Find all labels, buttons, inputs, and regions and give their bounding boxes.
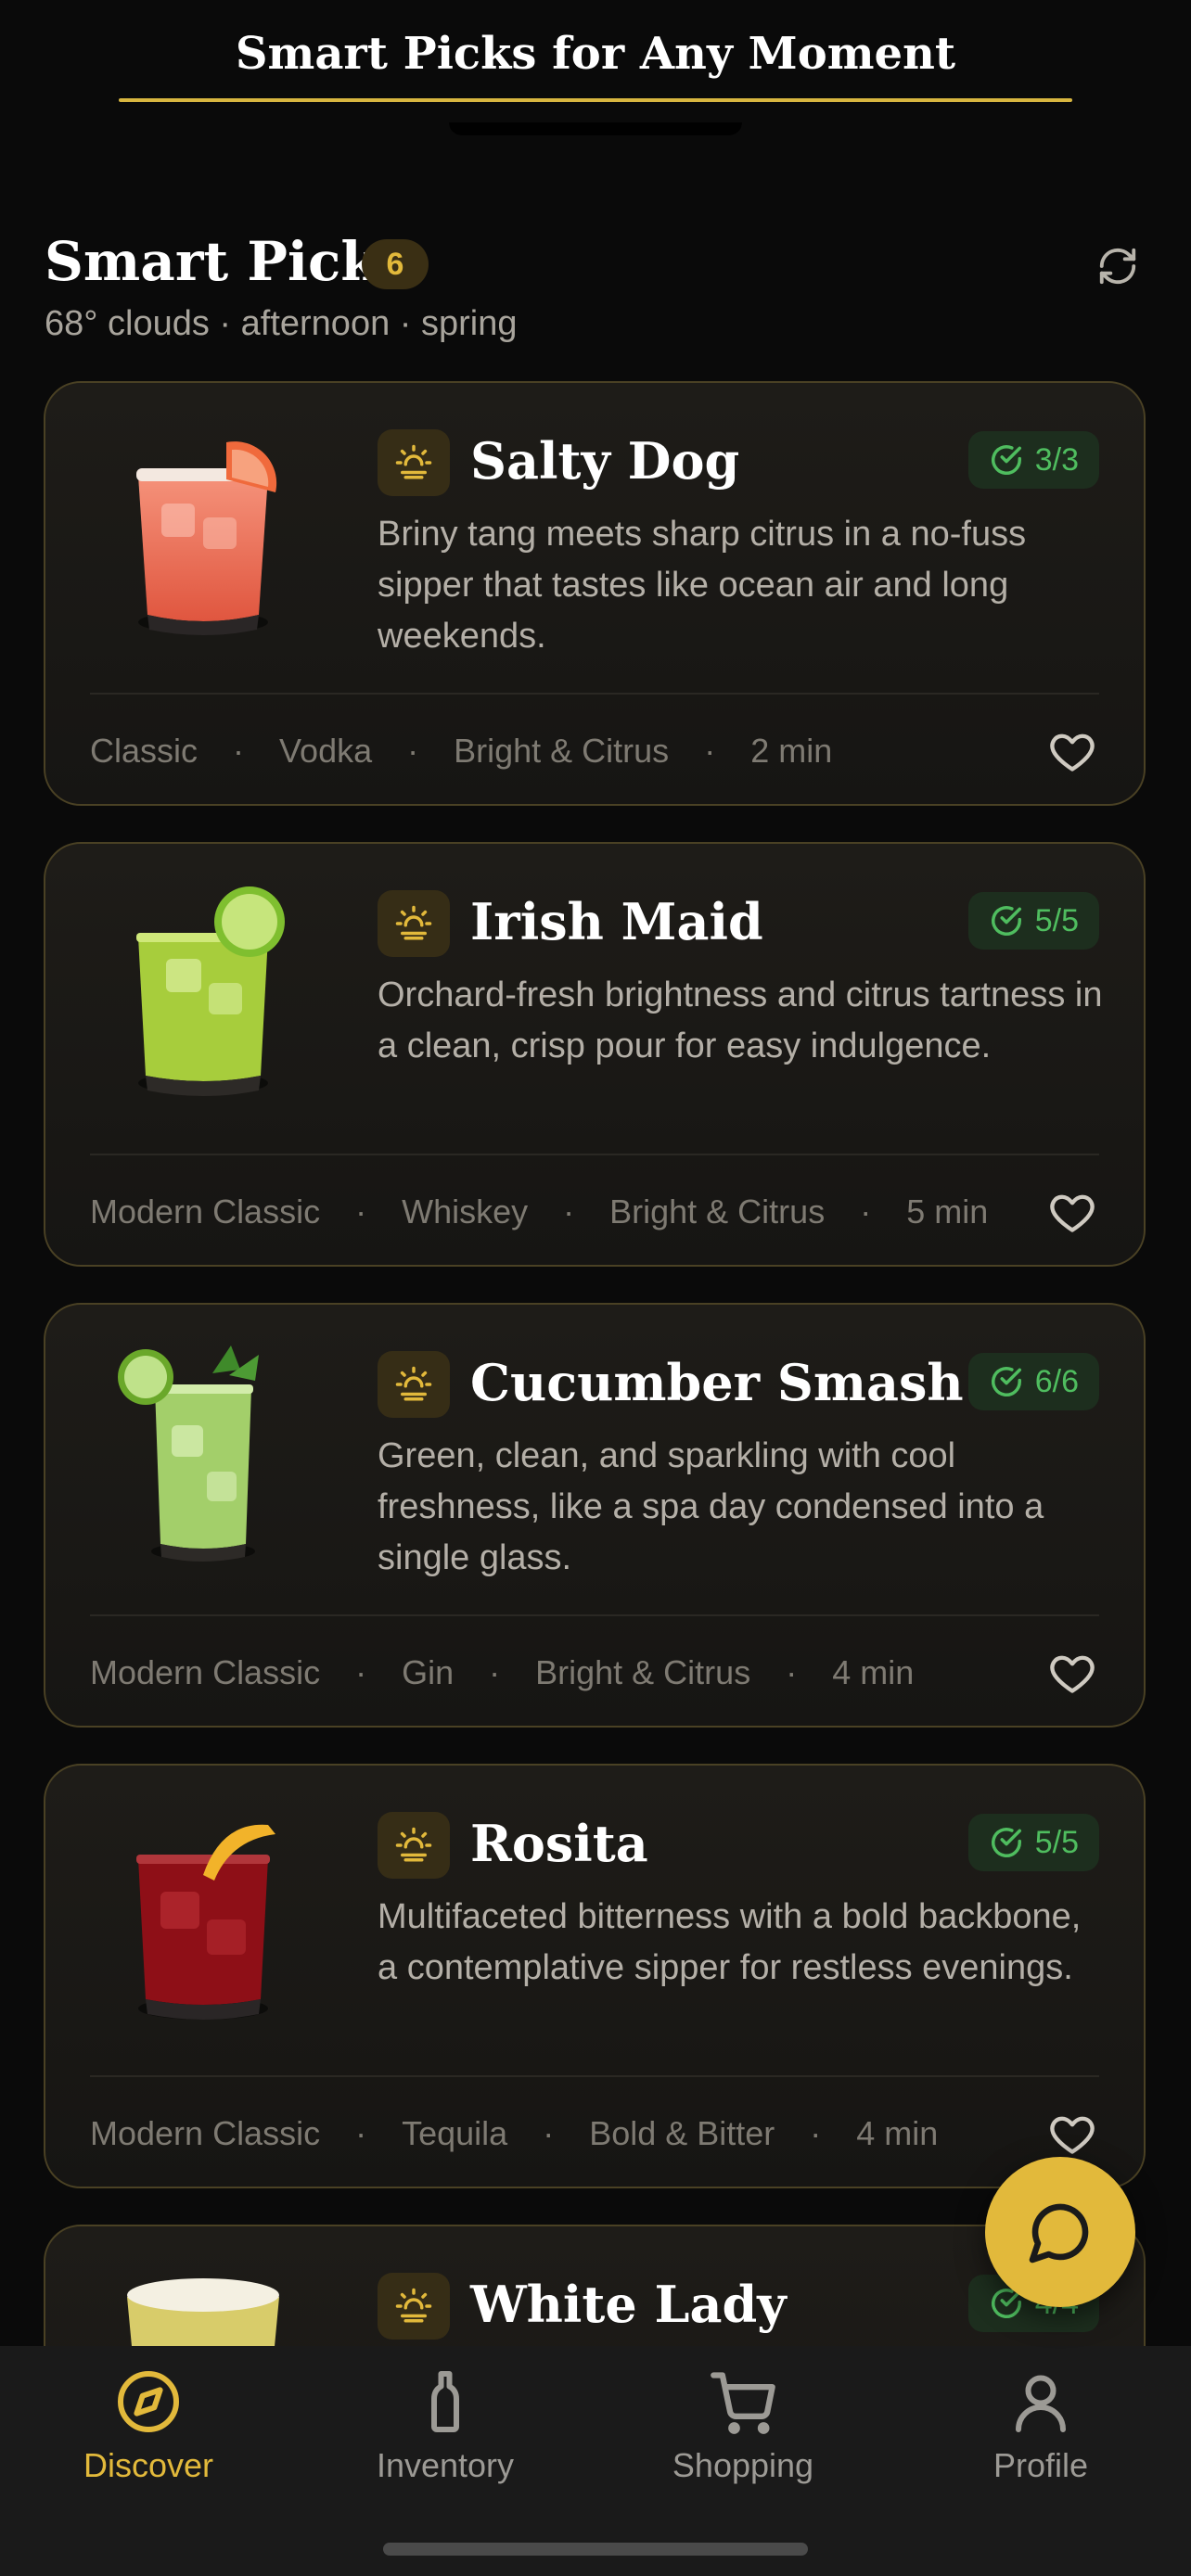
match-count: 5/5	[1034, 902, 1079, 938]
match-badge: 5/5	[967, 892, 1099, 950]
cocktail-description: Orchard-fresh brightness and citrus tart…	[378, 976, 1103, 1065]
cucumber-smash-image	[118, 1345, 259, 1562]
cart-icon	[711, 2372, 775, 2434]
cocktail-meta: Classic · Vodka · Bright & Citrus · 2 min	[90, 732, 833, 770]
style-tag: Modern Classic	[90, 1653, 321, 1691]
sun-cloud-icon	[395, 444, 432, 479]
tab-label: Profile	[992, 2446, 1089, 2484]
card-divider	[90, 693, 1099, 695]
cocktail-name: Irish Maid	[470, 892, 763, 951]
bottle-icon	[431, 2371, 459, 2432]
style-tag: Modern Classic	[90, 1192, 321, 1231]
cocktail-description: Green, clean, and sparkling with cool fr…	[378, 1436, 1044, 1577]
tab-profile[interactable]: Profile	[902, 2365, 1180, 2504]
cocktail-card[interactable]: Cucumber Smash 6/6 Green, clean, and spa…	[44, 1303, 1146, 1728]
cocktail-card[interactable]: Salty Dog 3/3 Briny tang meets sharp cit…	[44, 381, 1146, 806]
sun-cloud-icon	[395, 905, 432, 940]
cocktail-name: Cucumber Smash	[470, 1353, 964, 1412]
spirit-tag: Vodka	[279, 732, 373, 770]
sun-cloud-icon	[395, 2288, 432, 2323]
favorite-button[interactable]	[1040, 719, 1105, 784]
heart-icon	[1050, 733, 1095, 772]
cocktail-name: White Lady	[470, 2275, 787, 2334]
prep-time: 4 min	[832, 1653, 915, 1691]
tab-label: Shopping	[672, 2446, 814, 2484]
cards-list: Salty Dog 3/3 Briny tang meets sharp cit…	[0, 0, 1191, 2346]
chat-bubble-icon	[1029, 2203, 1089, 2264]
cocktail-description: Briny tang meets sharp citrus in a no-fu…	[378, 515, 1027, 656]
tab-discover[interactable]: Discover	[9, 2365, 288, 2504]
afternoon-moment-badge	[378, 890, 450, 957]
cocktail-card[interactable]: White Lady 4/4	[44, 2225, 1146, 2346]
afternoon-moment-badge	[378, 2273, 450, 2340]
spirit-tag: Whiskey	[402, 1192, 529, 1231]
chat-button[interactable]	[985, 2157, 1135, 2307]
sun-cloud-icon	[395, 1366, 432, 1401]
spirit-tag: Tequila	[402, 2114, 508, 2152]
check-circle-icon	[991, 445, 1021, 475]
prep-time: 2 min	[750, 732, 833, 770]
sun-cloud-icon	[395, 1827, 432, 1862]
prep-time: 4 min	[856, 2114, 939, 2152]
white-lady-image	[127, 2278, 279, 2346]
card-divider	[90, 1154, 1099, 1155]
prep-time: 5 min	[906, 1192, 989, 1231]
afternoon-moment-badge	[378, 1351, 450, 1418]
flavor-tag: Bright & Citrus	[454, 732, 670, 770]
match-count: 6/6	[1034, 1363, 1079, 1399]
heart-icon	[1050, 2116, 1095, 2154]
tab-label: Inventory	[376, 2446, 515, 2484]
rosita-image	[136, 1824, 275, 2020]
cocktail-description: Multifaceted bitterness with a bold back…	[378, 1897, 1082, 1987]
match-badge: 5/5	[967, 1814, 1099, 1871]
match-badge: 6/6	[967, 1353, 1099, 1410]
tab-inventory[interactable]: Inventory	[306, 2365, 584, 2504]
bottom-tab-bar: Discover Inventory Shopping Profile	[0, 2346, 1191, 2576]
home-indicator	[383, 2543, 808, 2556]
match-badge: 3/3	[967, 431, 1099, 489]
check-circle-icon	[991, 906, 1021, 936]
flavor-tag: Bright & Citrus	[535, 1653, 751, 1691]
user-icon	[1016, 2375, 1066, 2432]
heart-icon	[1050, 1194, 1095, 1232]
flavor-tag: Bright & Citrus	[609, 1192, 826, 1231]
card-divider	[90, 2075, 1099, 2077]
match-count: 3/3	[1034, 441, 1079, 478]
cocktail-meta: Modern Classic · Whiskey · Bright & Citrus…	[90, 1192, 989, 1231]
salty-dog-image	[136, 441, 277, 635]
flavor-tag: Bold & Bitter	[589, 2114, 775, 2152]
style-tag: Classic	[90, 732, 198, 770]
style-tag: Modern Classic	[90, 2114, 321, 2152]
cocktail-name: Rosita	[470, 1814, 648, 1873]
favorite-button[interactable]	[1040, 1640, 1105, 1705]
afternoon-moment-badge	[378, 1812, 450, 1879]
spirit-tag: Gin	[402, 1653, 455, 1691]
tab-label: Discover	[83, 2446, 214, 2484]
cocktail-meta: Modern Classic · Tequila · Bold & Bitter · …	[90, 2114, 939, 2152]
compass-icon	[118, 2371, 179, 2432]
heart-icon	[1050, 1655, 1095, 1693]
favorite-button[interactable]	[1040, 2101, 1105, 2166]
check-circle-icon	[991, 1828, 1021, 1857]
favorite-button[interactable]	[1040, 1180, 1105, 1244]
cocktail-card[interactable]: Irish Maid 5/5 Orchard-fresh brightness …	[44, 842, 1146, 1267]
cocktail-meta: Modern Classic · Gin · Bright & Citrus · 4 …	[90, 1653, 915, 1691]
cocktail-card[interactable]: Rosita 5/5 Multifaceted bitterness with …	[44, 1764, 1146, 2188]
tab-shopping[interactable]: Shopping	[604, 2365, 882, 2504]
check-circle-icon	[991, 1367, 1021, 1396]
card-divider	[90, 1614, 1099, 1616]
match-count: 5/5	[1034, 1824, 1079, 1860]
irish-maid-image	[136, 886, 285, 1096]
cocktail-name: Salty Dog	[470, 431, 740, 491]
afternoon-moment-badge	[378, 429, 450, 496]
